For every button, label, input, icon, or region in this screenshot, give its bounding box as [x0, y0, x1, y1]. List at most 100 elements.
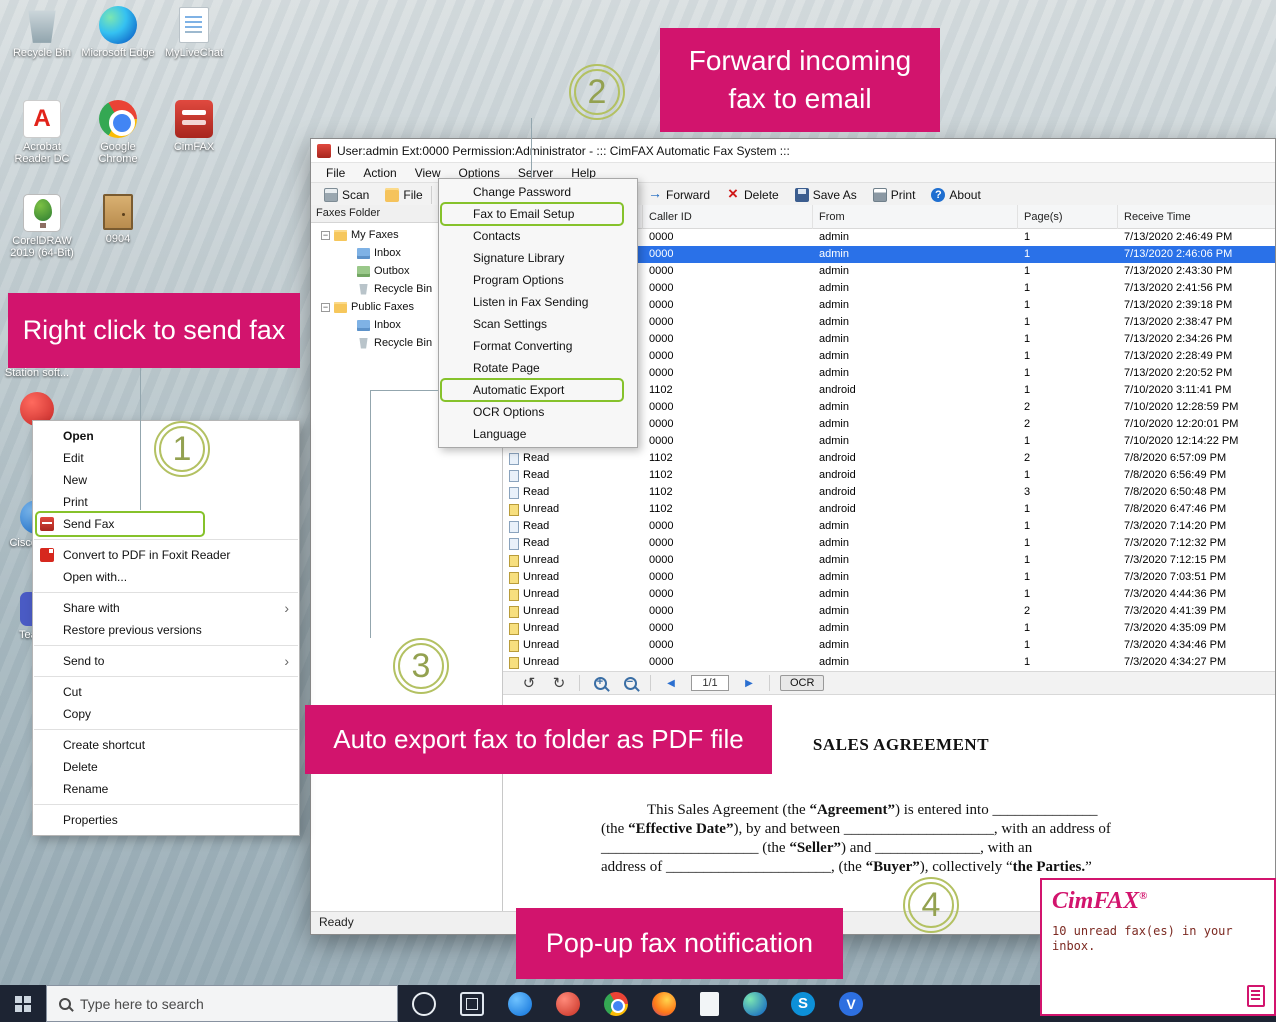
table-row[interactable]: Read0000admin17/3/2020 7:14:20 PM — [503, 518, 1275, 535]
context-menu-properties[interactable]: Properties — [33, 809, 299, 831]
desktop-icon-coreldraw[interactable]: CorelDRAW 2019 (64-Bit) — [5, 194, 79, 288]
chrome-task-icon[interactable] — [604, 992, 628, 1016]
rotate-right-button[interactable]: ↻ — [549, 673, 569, 693]
options-menu-automatic-export[interactable]: Automatic Export — [439, 379, 637, 401]
table-row[interactable]: Read0000admin17/3/2020 7:12:32 PM — [503, 535, 1275, 552]
options-menu-signature-library[interactable]: Signature Library — [439, 247, 637, 269]
context-menu-open-with[interactable]: Open with... — [33, 566, 299, 588]
options-menu-language[interactable]: Language — [439, 423, 637, 445]
table-row[interactable]: Unread0000admin17/3/2020 7:03:51 PM — [503, 569, 1275, 586]
column-receive-time[interactable]: Receive Time — [1118, 205, 1275, 229]
desktop-icon-edge[interactable]: Microsoft Edge — [81, 6, 155, 100]
menu-action[interactable]: Action — [354, 164, 405, 182]
skype-icon[interactable] — [791, 992, 815, 1016]
task-view-icon[interactable] — [460, 992, 484, 1016]
table-row[interactable]: Unread0000admin17/3/2020 7:12:15 PM — [503, 552, 1275, 569]
options-menu-format-converting[interactable]: Format Converting — [439, 335, 637, 357]
read-fax-icon — [509, 487, 519, 499]
table-row[interactable]: Unread1102android17/8/2020 6:47:46 PM — [503, 501, 1275, 518]
options-menu-program-options[interactable]: Program Options — [439, 269, 637, 291]
context-menu-restore-previous-versions[interactable]: Restore previous versions — [33, 619, 299, 641]
voov-icon[interactable] — [839, 992, 863, 1016]
fax-notification-popup[interactable]: CimFAX® 10 unread fax(es) in your inbox. — [1040, 878, 1276, 1016]
app-blue-icon[interactable] — [508, 992, 532, 1016]
taskbar-apps — [412, 992, 863, 1016]
from-cell: admin — [813, 586, 1018, 603]
rotate-left-button[interactable]: ↺ — [519, 673, 539, 693]
search-input[interactable] — [80, 996, 350, 1012]
ocr-button[interactable]: OCR — [780, 675, 824, 691]
context-menu-convert-to-pdf-in-foxit-reader[interactable]: Convert to PDF in Foxit Reader — [33, 544, 299, 566]
context-menu-print[interactable]: Print — [33, 491, 299, 513]
desktop-icon-recycle-bin[interactable]: Recycle Bin — [5, 6, 79, 100]
zoom-out-button[interactable] — [620, 673, 640, 693]
table-row[interactable]: Unread0000admin27/3/2020 4:41:39 PM — [503, 603, 1275, 620]
print-button[interactable]: Print — [866, 186, 923, 204]
toolbar-button-label: Forward — [666, 188, 710, 202]
desktop-icon-mylivechat[interactable]: MyLiveChat — [157, 6, 231, 100]
options-menu-change-password[interactable]: Change Password — [439, 181, 637, 203]
file-button[interactable]: File — [378, 186, 429, 204]
app-red-icon[interactable] — [556, 992, 580, 1016]
options-menu-ocr-options[interactable]: OCR Options — [439, 401, 637, 423]
column-caller-id[interactable]: Caller ID — [643, 205, 813, 229]
context-menu-send-fax[interactable]: Send Fax — [33, 513, 299, 535]
caller-id-cell: 0000 — [643, 552, 813, 569]
options-menu-scan-settings[interactable]: Scan Settings — [439, 313, 637, 335]
status-label: Read — [523, 484, 549, 501]
window-titlebar[interactable]: User:admin Ext:0000 Permission:Administr… — [311, 139, 1275, 163]
table-row[interactable]: Unread0000admin17/3/2020 4:34:27 PM — [503, 654, 1275, 671]
pages-cell: 1 — [1018, 637, 1118, 654]
table-row[interactable]: Unread0000admin17/3/2020 4:44:36 PM — [503, 586, 1275, 603]
desktop-icon-acrobat[interactable]: Acrobat Reader DC — [5, 100, 79, 194]
unread-fax-icon — [509, 572, 519, 584]
collapse-expander-icon[interactable]: − — [321, 303, 330, 312]
context-menu-copy[interactable]: Copy — [33, 703, 299, 725]
unread-fax-icon — [509, 504, 519, 516]
firefox-icon[interactable] — [652, 992, 676, 1016]
options-menu-fax-to-email-setup[interactable]: Fax to Email Setup — [439, 203, 637, 225]
table-row[interactable]: Read1102android17/8/2020 6:56:49 PM — [503, 467, 1275, 484]
inbox-icon — [357, 320, 370, 331]
context-menu-cut[interactable]: Cut — [33, 681, 299, 703]
desktop-icon-folder-0904[interactable]: 0904 — [81, 194, 155, 288]
receive-time-cell: 7/13/2020 2:20:52 PM — [1118, 365, 1275, 382]
context-menu-share-with[interactable]: Share with› — [33, 597, 299, 619]
menu-separator — [34, 592, 298, 593]
desktop-icon-label: MyLiveChat — [165, 47, 223, 59]
cortana-icon[interactable] — [412, 992, 436, 1016]
options-menu-listen-in-fax-sending[interactable]: Listen in Fax Sending — [439, 291, 637, 313]
page-indicator[interactable]: 1/1 — [691, 675, 729, 691]
table-row[interactable]: Unread0000admin17/3/2020 4:35:09 PM — [503, 620, 1275, 637]
save-as-button[interactable]: Save As — [788, 186, 864, 204]
desktop-icon-chrome[interactable]: Google Chrome — [81, 100, 155, 194]
scan-button[interactable]: Scan — [317, 186, 376, 204]
context-menu-delete[interactable]: Delete — [33, 756, 299, 778]
context-menu-rename[interactable]: Rename — [33, 778, 299, 800]
from-cell: admin — [813, 518, 1018, 535]
options-menu-contacts[interactable]: Contacts — [439, 225, 637, 247]
context-menu-send-to[interactable]: Send to› — [33, 650, 299, 672]
notepad-icon[interactable] — [700, 992, 719, 1016]
collapse-expander-icon[interactable]: − — [321, 231, 330, 240]
column-pages[interactable]: Page(s) — [1018, 205, 1118, 229]
table-row[interactable]: Unread0000admin17/3/2020 4:34:46 PM — [503, 637, 1275, 654]
edge-task-icon[interactable] — [743, 992, 767, 1016]
delete-button[interactable]: Delete — [719, 186, 786, 204]
desktop-icon-cimfax[interactable]: CimFAX — [157, 100, 231, 194]
table-row[interactable]: Read1102android27/8/2020 6:57:09 PM — [503, 450, 1275, 467]
table-row[interactable]: Read1102android37/8/2020 6:50:48 PM — [503, 484, 1275, 501]
status-cell: Unread — [503, 501, 643, 518]
options-menu-rotate-page[interactable]: Rotate Page — [439, 357, 637, 379]
next-page-button[interactable]: ▶ — [739, 673, 759, 693]
start-button[interactable] — [0, 985, 46, 1022]
menu-file[interactable]: File — [317, 164, 354, 182]
previous-page-button[interactable]: ◀ — [661, 673, 681, 693]
context-menu-create-shortcut[interactable]: Create shortcut — [33, 734, 299, 756]
taskbar-search[interactable] — [46, 985, 398, 1022]
about-button[interactable]: About — [924, 186, 987, 204]
forward-button[interactable]: Forward — [641, 186, 717, 204]
zoom-in-button[interactable] — [590, 673, 610, 693]
delete-icon — [726, 188, 740, 202]
column-from[interactable]: From — [813, 205, 1018, 229]
